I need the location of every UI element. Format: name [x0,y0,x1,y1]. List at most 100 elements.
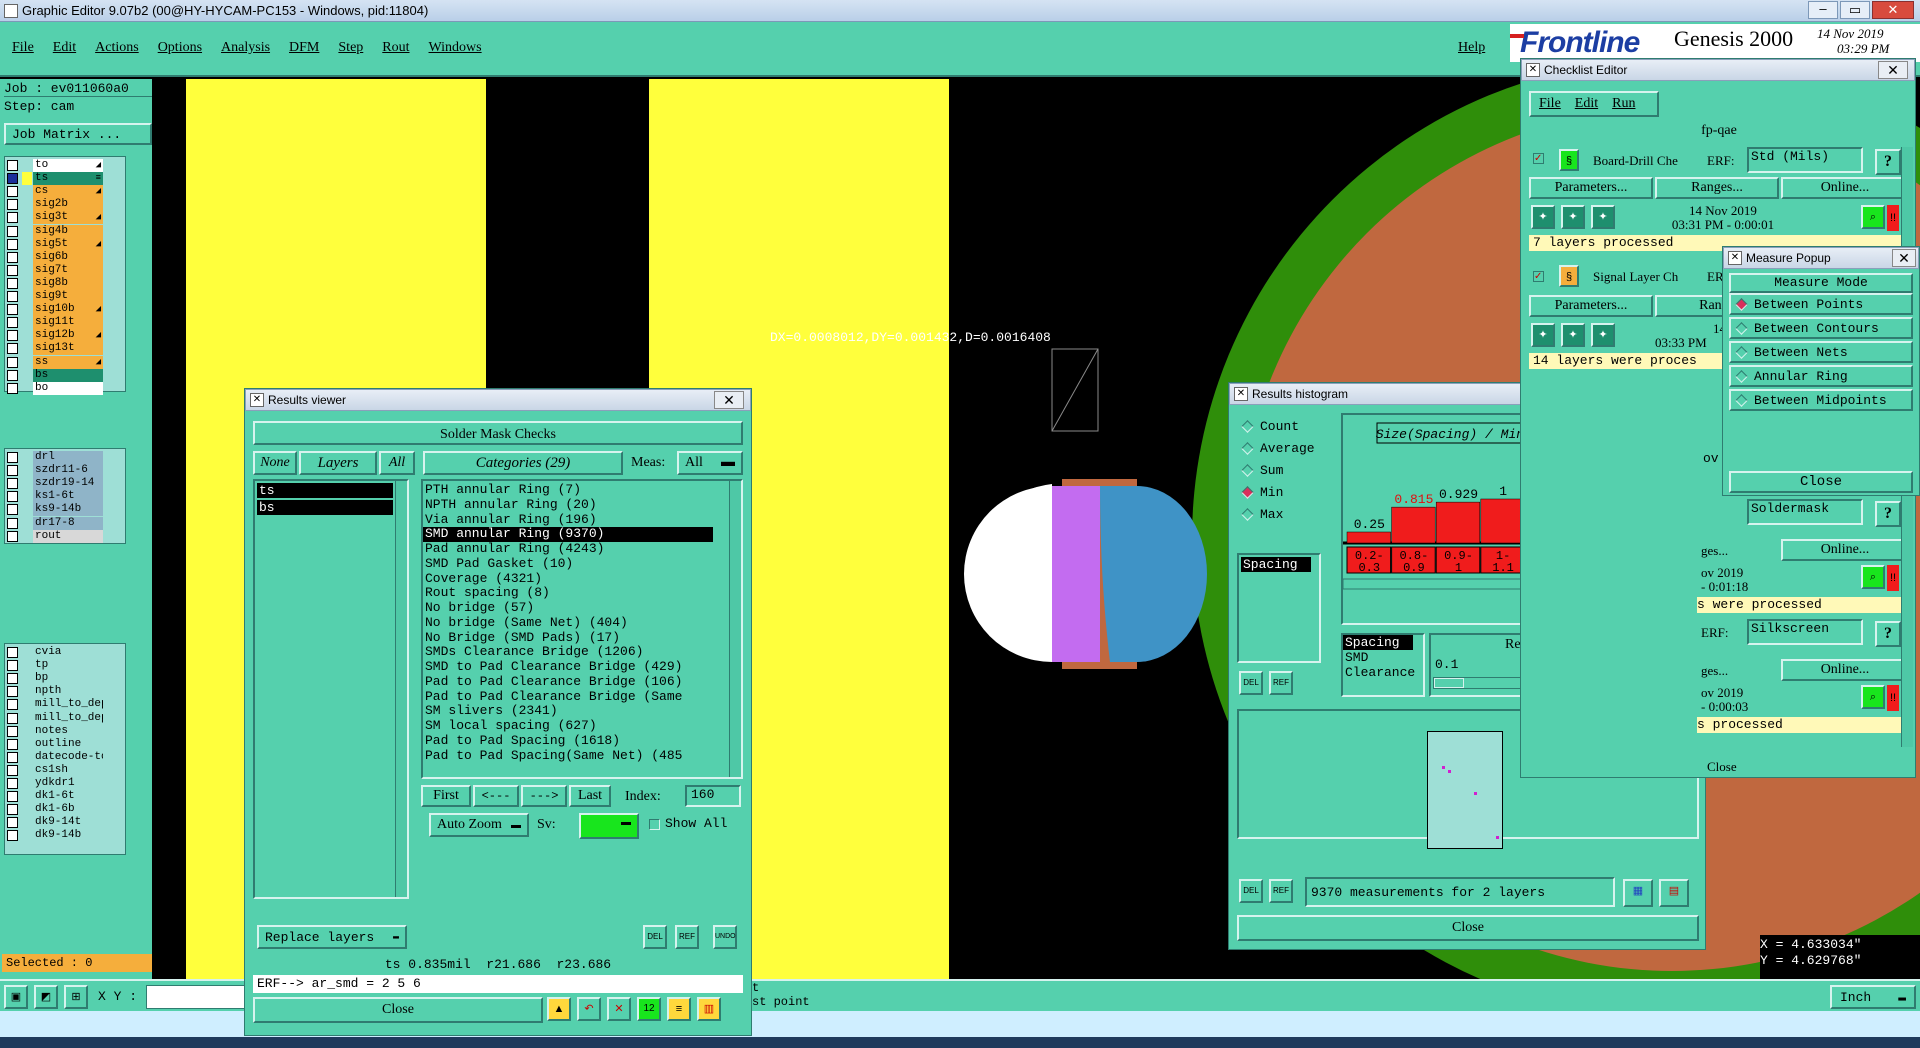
layer-row[interactable]: tp [7,659,103,673]
layer-row[interactable]: to ◢ [7,159,103,172]
row2-name[interactable]: Signal Layer Ch [1593,269,1703,285]
unit-select[interactable]: Inch ▬ [1830,985,1916,1009]
layer-row[interactable]: sig7t [7,263,103,277]
sublist-item[interactable]: Clearance [1343,665,1415,680]
measure-mode-between-points[interactable]: Between Points [1729,293,1913,315]
layer-checkbox[interactable] [7,369,18,381]
measure-mode-between-midpoints[interactable]: Between Midpoints [1729,389,1913,411]
sv-color-select[interactable]: ▬ [579,813,639,839]
histogram-sublist[interactable]: Spacing SMD Clearance [1341,633,1425,697]
job-matrix-button[interactable]: Job Matrix ... [4,123,152,145]
row4-online-button[interactable]: Online... [1781,659,1909,681]
layer-checkbox[interactable] [7,830,18,842]
histogram-measure-list[interactable]: Spacing [1237,553,1321,663]
row4-silkscreen[interactable]: Silkscreen [1747,619,1863,645]
histogram-bar[interactable] [1435,501,1481,544]
category-item[interactable]: SMD annular Ring (9370) [423,527,713,542]
layer-row[interactable]: cvia [7,646,103,659]
next-button[interactable]: ---> [521,785,567,807]
layer-row[interactable]: npth [7,685,103,699]
measure-mode-between-contours[interactable]: Between Contours [1729,317,1913,339]
grid-icon[interactable]: ⊞ [64,985,88,1009]
layer-row[interactable]: szdr11-6 [7,464,103,478]
sublist-item[interactable]: Spacing [1343,635,1413,650]
report-icon[interactable]: ≡ [667,997,691,1021]
last-button[interactable]: Last [569,785,611,807]
menu-help[interactable]: Help [1458,40,1485,56]
layer-checkbox[interactable] [7,186,18,198]
histogram-option-min[interactable]: Min [1237,481,1335,503]
layer-row[interactable]: ydkdr1 [7,777,103,790]
layer-row[interactable]: sig4b [7,224,103,238]
layer-checkbox[interactable] [7,673,18,685]
menu-step[interactable]: Step [338,40,363,56]
row1-help-button[interactable]: ? [1875,149,1901,175]
zoom-icon[interactable]: ▣ [4,985,28,1009]
run-icon[interactable]: ✦ [1591,205,1615,229]
layer-row[interactable]: mill_to_depth [7,698,103,712]
results-viewer-close-icon[interactable]: ✕ [714,391,744,409]
layer-row[interactable]: dk1-6b [7,803,103,817]
category-list[interactable]: PTH annular Ring (7) NPTH annular Ring (2… [421,479,743,779]
layer-checkbox[interactable] [7,160,18,171]
export-icon[interactable]: ▦ [1623,879,1653,907]
result-layer-item[interactable]: ts [257,483,393,498]
layer-checkbox[interactable] [7,712,18,724]
layer-checkbox[interactable] [7,817,18,829]
row1-name[interactable]: Board-Drill Che [1593,153,1703,169]
layer-row[interactable]: drl [7,451,103,464]
layer-checkbox[interactable] [7,317,18,329]
undo-arrow-icon[interactable]: ↶ [577,997,601,1021]
refresh-icon[interactable]: REF [1269,671,1293,695]
layer-checkbox[interactable] [7,751,18,763]
categories-tab[interactable]: Categories (29) [423,451,623,475]
menu-file[interactable]: File [12,40,34,56]
layer-row[interactable]: dr17-8 [7,516,103,530]
row1-parameters-button[interactable]: Parameters... [1529,177,1653,199]
layer-checkbox[interactable] [7,686,18,698]
layer-checkbox[interactable] [7,173,18,185]
layer-row[interactable]: bp [7,672,103,686]
none-button[interactable]: None [253,451,297,475]
layer-row[interactable]: ss ◢ [7,355,103,369]
maximize-button[interactable]: ▭ [1840,1,1870,19]
histogram-option-max[interactable]: Max [1237,503,1335,525]
zoom-icon[interactable]: ⌕ [1861,685,1885,709]
row3-soldermask[interactable]: Soldermask [1747,499,1863,525]
prev-button[interactable]: <--- [473,785,519,807]
row1-online-button[interactable]: Online... [1781,177,1909,199]
layer-row[interactable]: outline [7,737,103,751]
meas-select[interactable]: All ▬ [677,451,743,475]
layer-checkbox[interactable] [7,356,18,368]
row-checkbox[interactable]: ✓ [1533,271,1544,282]
category-item[interactable]: Pad to Pad Clearance Bridge (Same [423,690,729,705]
layer-checkbox[interactable] [7,725,18,737]
layer-checkbox[interactable] [7,382,18,394]
row3-help-button[interactable]: ? [1875,501,1901,527]
category-item[interactable]: PTH annular Ring (7) [423,483,729,498]
undo-icon[interactable]: UNDO [713,925,737,949]
row1-std[interactable]: Std (Mils) [1747,147,1863,173]
menu-dfm[interactable]: DFM [289,40,319,56]
run-icon[interactable]: ✦ [1561,323,1585,347]
layer-row[interactable]: sig10b ◢ [7,303,103,317]
layer-row[interactable]: sig2b [7,198,103,212]
layer-row[interactable]: notes [7,724,103,738]
zoom-icon[interactable]: ⌕ [1861,205,1885,229]
layer-row[interactable]: rout [7,529,103,543]
row3-online-button[interactable]: Online... [1781,539,1909,561]
category-item[interactable]: SMD to Pad Clearance Bridge (429) [423,660,729,675]
refresh-icon[interactable]: REF [1269,879,1293,903]
layer-row[interactable]: szdr19-14 [7,477,103,491]
row-checkbox[interactable]: ✓ [1533,153,1544,164]
menu-rout[interactable]: Rout [382,40,409,56]
category-item[interactable]: SM local spacing (627) [423,719,729,734]
layer-checkbox[interactable] [7,478,18,490]
histogram-bar[interactable] [1346,531,1391,544]
layer-row[interactable]: ks1-6t [7,490,103,504]
layer-checkbox[interactable] [7,778,18,789]
category-item[interactable]: NPTH annular Ring (20) [423,498,729,513]
row4-ranges[interactable]: ges... [1701,663,1728,679]
layer-checkbox[interactable] [7,764,18,776]
category-item[interactable]: SM slivers (2341) [423,704,729,719]
